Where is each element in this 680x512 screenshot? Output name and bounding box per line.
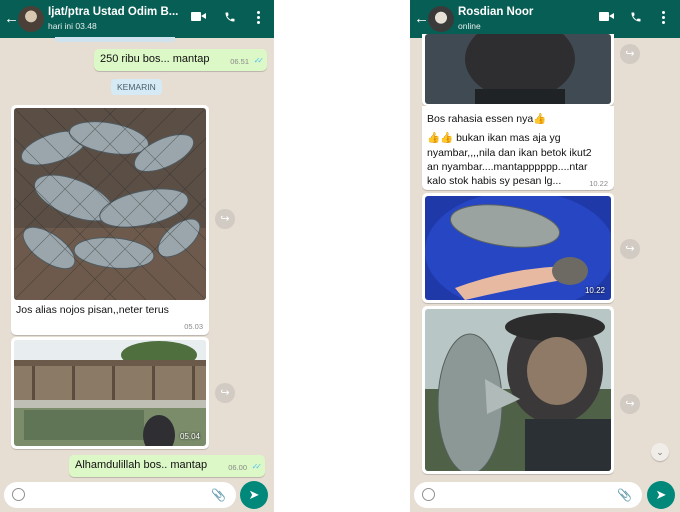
message-text-line: 👍👍 bukan ikan mas aja yg (427, 132, 561, 144)
voice-call-icon[interactable] (224, 11, 236, 23)
man-face-photo[interactable] (425, 34, 611, 104)
message-text: 250 ribu bos... mantap (100, 53, 210, 65)
send-button[interactable]: ➤ (240, 481, 268, 509)
send-button[interactable]: ➤ (647, 481, 675, 509)
more-options-icon[interactable] (662, 11, 666, 24)
last-seen-status: hari ini 03.48 (48, 21, 97, 31)
scroll-to-bottom-button[interactable]: ⌄ (651, 443, 669, 461)
video-call-icon[interactable] (599, 11, 614, 22)
message-input[interactable]: 📎 (414, 482, 642, 508)
message-text: Alhamdulillah bos.. mantap (75, 459, 208, 471)
more-options-icon[interactable] (257, 11, 261, 24)
outgoing-message[interactable]: Alhamdulillah bos.. mantap 06.00 ✓✓ (69, 455, 265, 477)
read-ticks-icon: ✓✓ (253, 56, 265, 65)
message-text-line: nyambar,,,,nila dan ikan betok ikut2 (427, 147, 592, 159)
contact-name[interactable]: Ijat/ptra Ustad Odim B... (48, 6, 178, 18)
date-separator: KEMARIN (111, 79, 162, 95)
incoming-image-message[interactable]: 05.04 (11, 337, 209, 449)
right-chat-screen: ← Rosdian Noor online ↪ Bos rahasia esse… (410, 0, 680, 512)
outgoing-message[interactable]: 250 ribu bos... mantap 06.51 ✓✓ (94, 49, 267, 71)
fish-pond-image (14, 340, 206, 446)
fish-in-bucket-image (425, 196, 611, 300)
chat-header: ← Rosdian Noor online (410, 0, 680, 38)
forward-share-icon[interactable]: ↪ (620, 44, 640, 64)
message-input[interactable]: 📎 (4, 482, 236, 508)
video-call-icon[interactable] (191, 11, 206, 22)
paperclip-icon[interactable]: 📎 (617, 488, 632, 502)
message-time: 10.22 (584, 286, 605, 295)
forward-share-icon[interactable]: ↪ (215, 383, 235, 403)
fish-in-net-image (14, 108, 206, 300)
message-text: Bos rahasia essen nya👍 (427, 113, 547, 125)
read-ticks-icon: ✓✓ (251, 462, 263, 471)
paperclip-icon[interactable]: 📎 (211, 488, 226, 502)
forward-share-icon[interactable]: ↪ (620, 239, 640, 259)
forward-share-icon[interactable]: ↪ (215, 209, 235, 229)
contact-avatar[interactable] (18, 6, 44, 32)
incoming-image-message[interactable] (422, 34, 614, 106)
fish-in-bucket-photo[interactable]: 10.22 (425, 196, 611, 300)
incoming-image-message[interactable]: 10.22 (422, 193, 614, 303)
fish-pond-photo[interactable]: 05.04 (14, 340, 206, 446)
left-chat-screen: ← Ijat/ptra Ustad Odim B... hari ini 03.… (0, 0, 274, 512)
incoming-image-message[interactable]: Jos alias nojos pisan,,neter terus 05.03 (11, 105, 209, 335)
forward-share-icon[interactable]: ↪ (620, 394, 640, 414)
contact-avatar[interactable] (428, 6, 454, 32)
date-chip-partial (55, 37, 175, 42)
message-text-line: kalo stok habis sy pesan lg... (427, 175, 562, 187)
message-time: 05.03 (184, 322, 203, 331)
contact-name[interactable]: Rosdian Noor (458, 6, 533, 18)
incoming-text-message[interactable]: Bos rahasia essen nya👍 👍👍 bukan ikan mas… (422, 106, 614, 190)
chat-header: ← Ijat/ptra Ustad Odim B... hari ini 03.… (0, 0, 274, 38)
image-caption: Jos alias nojos pisan,,neter terus (16, 304, 169, 316)
fish-in-net-photo[interactable] (14, 108, 206, 300)
message-text-line: an nyambar....mantapppppp....ntar (427, 161, 588, 173)
back-arrow-icon[interactable]: ← (4, 11, 19, 26)
emoji-icon[interactable] (12, 488, 25, 501)
message-time: 06.51 (230, 57, 249, 66)
man-holding-fish-image (425, 309, 611, 471)
incoming-image-message[interactable] (422, 306, 614, 474)
online-status: online (458, 21, 481, 31)
man-face-image (425, 34, 611, 104)
message-time: 05.04 (179, 432, 200, 441)
man-holding-fish-photo[interactable] (425, 309, 611, 471)
emoji-icon[interactable] (422, 488, 435, 501)
message-time: 06.00 (228, 463, 247, 472)
back-arrow-icon[interactable]: ← (414, 11, 429, 26)
voice-call-icon[interactable] (630, 11, 642, 23)
message-time: 10.22 (589, 179, 608, 188)
